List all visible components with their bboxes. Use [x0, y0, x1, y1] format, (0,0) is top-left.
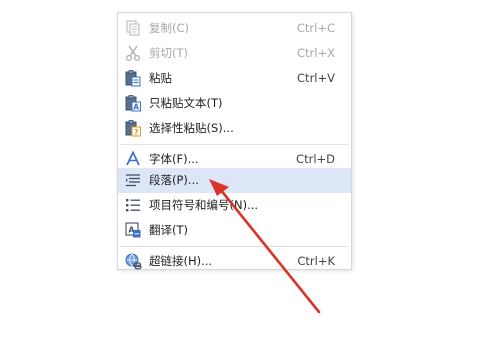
menu-item-label: 只粘贴文本(T): [149, 96, 223, 110]
copy-icon: [124, 19, 142, 37]
hyperlink-icon: [124, 252, 142, 270]
menu-item-label: 项目符号和编号(N)...: [149, 198, 259, 212]
menu-item-shortcut: Ctrl+K: [297, 254, 335, 268]
menu-item-paste-text-only[interactable]: A 只粘贴文本(T): [118, 91, 351, 116]
menu-item-copy[interactable]: 复制(C) Ctrl+C: [118, 16, 351, 41]
svg-text:A: A: [133, 103, 139, 112]
paste-icon: [124, 69, 142, 87]
menu-item-label: 超链接(H)...: [149, 254, 213, 268]
menu-item-paste[interactable]: 粘贴 Ctrl+V: [118, 66, 351, 91]
menu-divider: [120, 144, 349, 145]
paragraph-icon: [124, 171, 142, 189]
font-icon: [124, 150, 142, 168]
menu-item-paragraph[interactable]: 段落(P)...: [118, 168, 351, 193]
menu-item-shortcut: Ctrl+X: [297, 46, 335, 60]
translate-icon: A: [124, 221, 142, 239]
menu-item-label: 剪切(T): [149, 46, 188, 60]
menu-item-bullets-numbering[interactable]: 项目符号和编号(N)...: [118, 193, 351, 218]
menu-item-label: 复制(C): [149, 21, 190, 35]
menu-item-label: 选择性粘贴(S)...: [149, 121, 234, 135]
paste-text-icon: A: [124, 94, 142, 112]
menu-item-cut[interactable]: 剪切(T) Ctrl+X: [118, 41, 351, 66]
menu-item-label: 段落(P)...: [149, 173, 199, 187]
menu-item-hyperlink[interactable]: 超链接(H)... Ctrl+K: [118, 249, 351, 274]
bullet-list-icon: [124, 196, 142, 214]
menu-item-shortcut: Ctrl+C: [296, 21, 335, 35]
menu-item-paste-special[interactable]: ? 选择性粘贴(S)...: [118, 116, 351, 141]
menu-divider: [120, 246, 349, 247]
menu-item-shortcut: Ctrl+V: [297, 71, 335, 85]
context-menu: 复制(C) Ctrl+C 剪切(T) Ctrl+X 粘贴 Ctrl+V A 只粘…: [117, 12, 352, 270]
menu-item-label: 粘贴: [149, 71, 172, 85]
menu-item-shortcut: Ctrl+D: [296, 152, 335, 166]
svg-text:?: ?: [134, 128, 139, 137]
menu-item-label: 字体(F)...: [149, 152, 199, 166]
menu-item-translate[interactable]: A 翻译(T): [118, 218, 351, 243]
menu-item-label: 翻译(T): [149, 223, 188, 237]
scissors-icon: [124, 44, 142, 62]
paste-special-icon: ?: [124, 119, 142, 137]
